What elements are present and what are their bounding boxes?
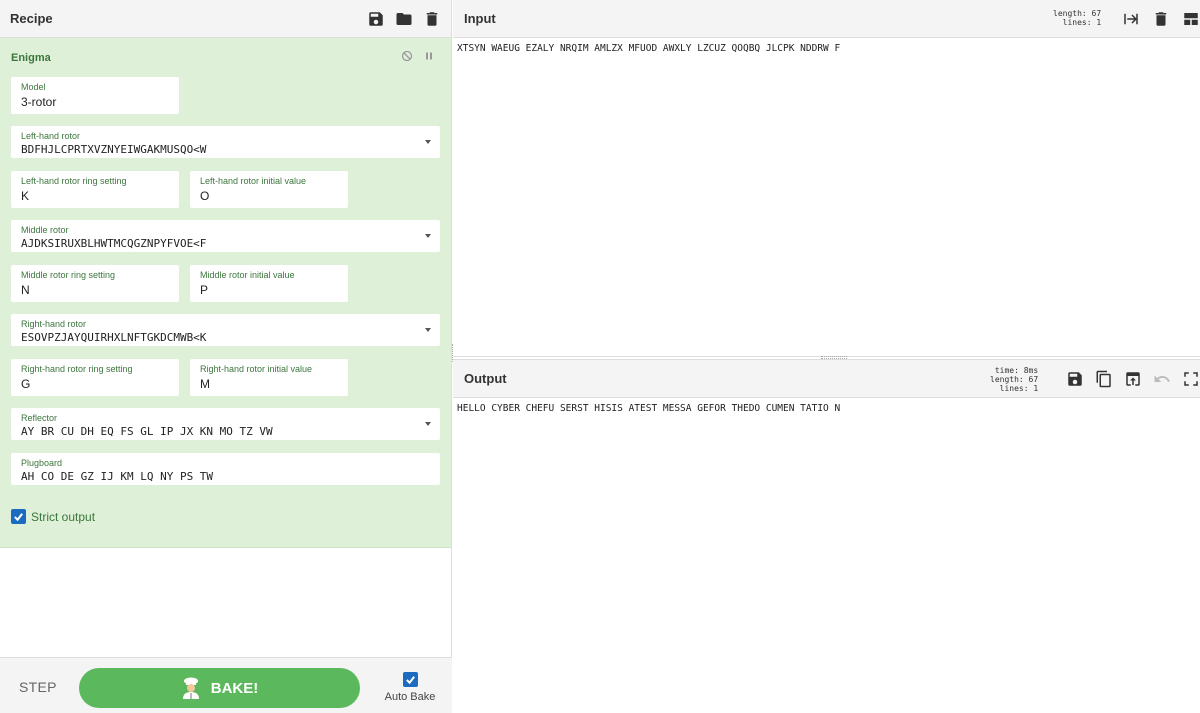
checkbox-checked-icon[interactable] (11, 509, 26, 524)
output-lines-value: 1 (1033, 384, 1039, 393)
plugboard-field[interactable]: Plugboard AH CO DE GZ IJ KM LQ NY PS TW (11, 453, 440, 485)
right-rotor-label: Right-hand rotor (21, 319, 87, 329)
left-rotor-label: Left-hand rotor (21, 131, 81, 141)
left-initial-value-field[interactable]: Left-hand rotor initial value O (190, 171, 348, 208)
middle-rotor-select[interactable]: Middle rotor AJDKSIRUXBLHWTMCQGZNPYFVOE<… (11, 220, 440, 252)
model-field[interactable]: Model 3-rotor (11, 77, 179, 114)
strict-output-checkbox[interactable]: Strict output (11, 509, 95, 524)
middle-ring-label: Middle rotor ring setting (21, 270, 116, 280)
right-ring-value: G (21, 377, 31, 391)
input-header: Input length: 67 lines: 1 (453, 0, 1200, 38)
chevron-down-icon (425, 422, 431, 426)
middle-init-value: P (200, 283, 209, 297)
reflector-select[interactable]: Reflector AY BR CU DH EQ FS GL IP JX KN … (11, 408, 440, 440)
input-textarea[interactable]: XTSYN WAEUG EZALY NRQIM AMLZX MFUOD AWXL… (457, 43, 840, 54)
output-header: Output time: 8ms length: 67 lines: 1 (453, 360, 1200, 398)
right-rotor-value: ESOVPZJAYQUIRHXLNFTGKDCMWB<K (21, 331, 207, 344)
input-to-output-icon[interactable] (1122, 10, 1140, 28)
left-init-label: Left-hand rotor initial value (200, 176, 307, 186)
middle-initial-value-field[interactable]: Middle rotor initial value P (190, 265, 348, 302)
right-ring-setting-field[interactable]: Right-hand rotor ring setting G (11, 359, 179, 396)
input-lines-label: lines: (1062, 18, 1092, 27)
bake-label: BAKE! (210, 679, 259, 697)
left-rotor-select[interactable]: Left-hand rotor BDFHJLCPRTXVZNYEIWGAKMUS… (11, 126, 440, 158)
model-value: 3-rotor (21, 95, 57, 109)
checkbox-checked-icon[interactable] (402, 672, 418, 687)
operation-title: Enigma (11, 52, 51, 64)
undo-icon[interactable] (1153, 370, 1171, 388)
output-time-value: 8ms (1023, 366, 1039, 375)
right-ring-label: Right-hand rotor ring setting (21, 364, 133, 374)
output-length-label: length: (990, 375, 1024, 384)
right-init-label: Right-hand rotor initial value (200, 364, 313, 374)
maximize-icon[interactable] (1182, 370, 1200, 388)
output-title: Output (464, 371, 507, 386)
recipe-header: Recipe (0, 0, 451, 38)
folder-icon[interactable] (395, 10, 413, 28)
trash-icon[interactable] (423, 10, 441, 28)
strict-output-label: Strict output (31, 509, 96, 524)
output-length-value: 67 (1028, 375, 1039, 384)
reflector-value: AY BR CU DH EQ FS GL IP JX KN MO TZ VW (21, 425, 273, 438)
layout-icon[interactable] (1182, 10, 1200, 28)
input-stats: length: 67 lines: 1 (1053, 9, 1101, 27)
left-rotor-value: BDFHJLCPRTXVZNYEIWGAKMUSQO<W (21, 143, 207, 156)
recipe-controls: STEP BAKE! Auto Bake (0, 657, 452, 713)
left-ring-label: Left-hand rotor ring setting (21, 176, 127, 186)
middle-rotor-value: AJDKSIRUXBLHWTMCQGZNPYFVOE<F (21, 237, 207, 250)
chevron-down-icon (425, 328, 431, 332)
reflector-label: Reflector (21, 413, 58, 423)
left-init-value: O (200, 189, 210, 203)
chevron-down-icon (425, 234, 431, 238)
middle-rotor-label: Middle rotor (21, 225, 69, 235)
auto-bake-checkbox[interactable]: Auto Bake (384, 672, 436, 703)
input-length-label: length: (1053, 9, 1087, 18)
input-length-value: 67 (1091, 9, 1102, 18)
output-time-label: time: (994, 366, 1019, 375)
output-panel: Output time: 8ms length: 67 lines: 1 HEL… (453, 359, 1200, 713)
replace-input-icon[interactable] (1124, 370, 1142, 388)
input-panel: Input length: 67 lines: 1 XTSYN WAEUG EZ… (453, 0, 1200, 357)
right-init-value: M (200, 377, 210, 391)
input-lines-value: 1 (1096, 18, 1102, 27)
auto-bake-label: Auto Bake (384, 691, 436, 703)
copy-icon[interactable] (1095, 370, 1113, 388)
enigma-operation: Enigma Model 3-rotor Left-hand rotor BDF… (0, 38, 451, 548)
trash-icon[interactable] (1152, 10, 1170, 28)
middle-init-label: Middle rotor initial value (200, 270, 295, 280)
left-ring-setting-field[interactable]: Left-hand rotor ring setting K (11, 171, 179, 208)
left-ring-value: K (21, 189, 30, 203)
cyberchef-app: Recipe Enigma Model 3-rotor Left-hand ro… (0, 0, 1200, 713)
bake-button[interactable]: BAKE! (79, 668, 360, 708)
save-icon[interactable] (367, 10, 385, 28)
plugboard-value: AH CO DE GZ IJ KM LQ NY PS TW (21, 470, 214, 483)
disable-icon[interactable] (401, 49, 413, 67)
input-title: Input (464, 11, 496, 26)
step-button[interactable]: STEP (19, 679, 57, 695)
middle-ring-value: N (21, 283, 30, 297)
model-label: Model (21, 82, 46, 92)
middle-ring-setting-field[interactable]: Middle rotor ring setting N (11, 265, 179, 302)
chevron-down-icon (425, 140, 431, 144)
output-textarea[interactable]: HELLO CYBER CHEFU SERST HISIS ATEST MESS… (457, 403, 840, 414)
output-stats: time: 8ms length: 67 lines: 1 (990, 366, 1038, 393)
right-initial-value-field[interactable]: Right-hand rotor initial value M (190, 359, 348, 396)
output-lines-label: lines: (999, 384, 1029, 393)
chef-icon (182, 677, 199, 699)
plugboard-label: Plugboard (21, 458, 63, 468)
recipe-title: Recipe (10, 11, 53, 26)
recipe-panel: Recipe Enigma Model 3-rotor Left-hand ro… (0, 0, 452, 713)
right-rotor-select[interactable]: Right-hand rotor ESOVPZJAYQUIRHXLNFTGKDC… (11, 314, 440, 346)
save-icon[interactable] (1066, 370, 1084, 388)
pause-icon[interactable] (423, 49, 435, 67)
